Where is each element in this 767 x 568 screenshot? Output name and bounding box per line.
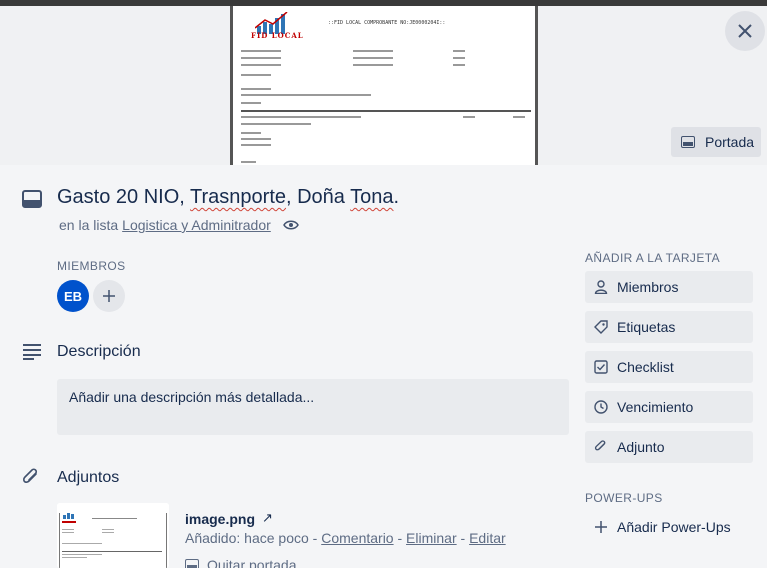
cover-button[interactable]: Portada <box>671 127 761 157</box>
avatar[interactable]: EB <box>57 280 89 312</box>
description-title: Descripción <box>57 343 141 360</box>
plus-icon <box>595 521 607 533</box>
card-cover[interactable]: FID LOCAL ::FID LOCAL COMPROBANTE NO:JE0… <box>0 0 767 165</box>
attachment-preview-image <box>57 503 169 568</box>
labels-button[interactable]: Etiquetas <box>585 311 753 343</box>
attachment-name[interactable]: image.png <box>185 511 255 527</box>
eye-icon[interactable] <box>282 219 299 231</box>
add-member-button[interactable] <box>93 280 125 312</box>
list-info: en la lista Logistica y Adminitrador <box>59 217 299 233</box>
card-cover-icon <box>681 136 695 148</box>
person-icon <box>594 280 608 294</box>
due-date-button[interactable]: Vencimiento <box>585 391 753 423</box>
paperclip-icon <box>23 468 38 483</box>
description-icon <box>23 344 41 360</box>
attachment-thumbnail[interactable] <box>57 503 169 568</box>
checklist-icon <box>594 360 608 374</box>
card-title[interactable]: Gasto 20 NIO, Trasnporte, Doña Tona. <box>57 186 399 209</box>
clock-icon <box>594 400 608 414</box>
edit-link[interactable]: Editar <box>469 530 506 546</box>
members-button[interactable]: Miembros <box>585 271 753 303</box>
list-link[interactable]: Logistica y Adminitrador <box>122 217 271 233</box>
list-prefix: en la lista <box>59 217 119 233</box>
remove-cover-button[interactable]: Quitar portada <box>185 557 297 568</box>
checklist-button[interactable]: Checklist <box>585 351 753 383</box>
card-cover-icon <box>185 559 199 568</box>
attachments-title: Adjuntos <box>57 469 120 486</box>
attachment-button[interactable]: Adjunto <box>585 431 753 463</box>
power-ups-label: POWER-UPS <box>585 491 663 505</box>
attachment-meta: Añadido: hace poco - Comentario - Elimin… <box>185 530 506 546</box>
description-input[interactable]: Añadir una descripción más detallada... <box>57 379 569 435</box>
card-icon <box>22 190 42 208</box>
close-icon <box>738 24 752 38</box>
plus-icon <box>103 290 115 302</box>
document-heading: ::FID LOCAL COMPROBANTE NO:JE0000204I:: <box>328 20 446 26</box>
cover-button-label: Portada <box>705 134 755 150</box>
delete-link[interactable]: Eliminar <box>406 530 457 546</box>
members-label: MIEMBROS <box>57 259 126 273</box>
add-power-ups-button[interactable]: Añadir Power-Ups <box>585 511 753 543</box>
paperclip-icon <box>594 440 606 451</box>
add-to-card-label: AÑADIR A LA TARJETA <box>585 251 720 265</box>
comment-link[interactable]: Comentario <box>321 530 393 546</box>
label-icon <box>594 320 608 334</box>
open-external-icon[interactable]: ↗ <box>262 511 273 526</box>
cover-document-preview: FID LOCAL ::FID LOCAL COMPROBANTE NO:JE0… <box>230 6 538 165</box>
close-button[interactable] <box>725 11 765 51</box>
logo-text: FID LOCAL <box>251 31 304 40</box>
